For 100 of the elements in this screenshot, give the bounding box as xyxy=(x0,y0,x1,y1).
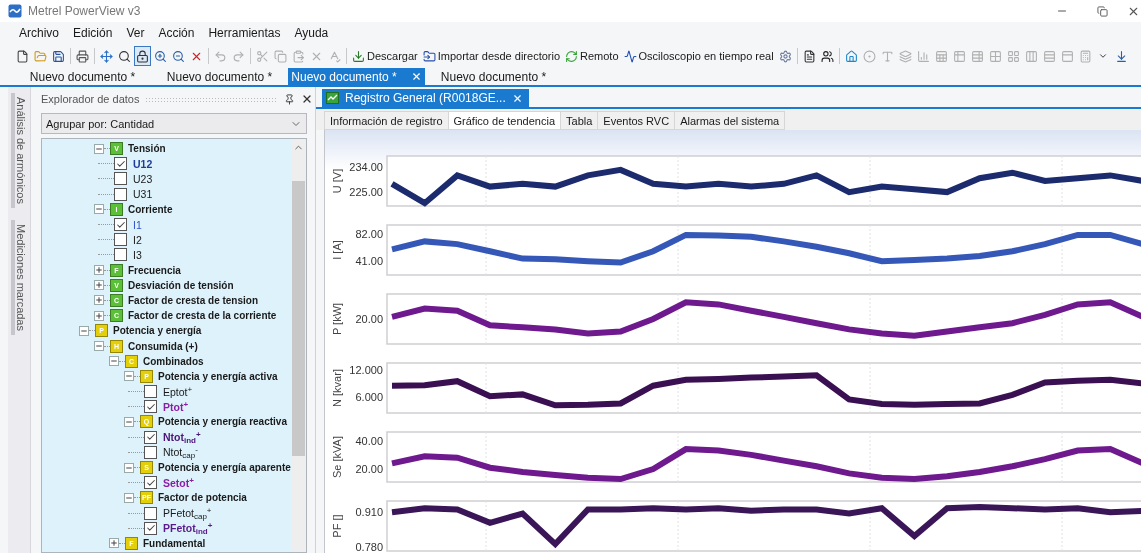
tree-group-label[interactable]: Consumida (+) xyxy=(128,340,198,352)
tree-group-label[interactable]: Tensión xyxy=(128,143,166,155)
document-tab[interactable]: Nuevo documento * xyxy=(151,68,288,85)
side-tab[interactable]: Mediciones marcadas xyxy=(11,220,27,335)
document-tab[interactable]: Nuevo documento * xyxy=(425,68,562,85)
toolbar-button[interactable]: Importar desde directorio xyxy=(420,46,563,66)
expand-toggle[interactable] xyxy=(124,492,134,503)
checkbox[interactable] xyxy=(114,172,127,186)
tree-group-label[interactable]: Corriente xyxy=(128,203,173,215)
group-by-dropdown[interactable]: Agrupar por: Cantidad xyxy=(41,113,307,134)
tree-group-label[interactable]: Desviación de tensión xyxy=(128,279,234,291)
expand-toggle[interactable] xyxy=(94,280,104,291)
toolbar-button[interactable]: Remoto xyxy=(563,46,621,66)
checkbox[interactable] xyxy=(144,476,157,490)
refresh-icon xyxy=(565,49,579,63)
tree-group-label[interactable]: Factor de cresta de la corriente xyxy=(128,310,277,322)
side-tab[interactable]: Análisis de armónicos xyxy=(11,93,27,208)
menu-item[interactable]: Edición xyxy=(66,26,120,40)
checkbox[interactable] xyxy=(114,157,127,171)
menu-item[interactable]: Ver xyxy=(119,26,152,40)
scrollbar-thumb[interactable] xyxy=(292,181,305,456)
people-icon xyxy=(820,49,834,63)
tick-label: 20.00 xyxy=(355,313,383,325)
plus-icon xyxy=(95,296,103,305)
toolbar-button[interactable]: Descargar xyxy=(350,46,420,66)
tick-label: 41.00 xyxy=(355,254,383,267)
zoom-out-icon xyxy=(172,49,185,63)
expand-toggle[interactable] xyxy=(94,295,104,306)
tree-item-label[interactable]: Setot$^{+}$ xyxy=(163,476,194,489)
checkbox[interactable] xyxy=(144,430,157,444)
download-line-icon xyxy=(1114,49,1128,63)
columns-icon xyxy=(1024,49,1038,63)
tree-item-label[interactable]: U12 xyxy=(133,157,153,170)
sheet-icon xyxy=(934,49,948,63)
tree-item-label[interactable]: U23 xyxy=(133,172,153,185)
expand-toggle[interactable] xyxy=(124,416,134,427)
checkbox[interactable] xyxy=(144,400,157,414)
checkbox[interactable] xyxy=(114,248,127,262)
text-icon xyxy=(880,49,894,63)
tree-item-label[interactable]: U31 xyxy=(133,188,153,201)
tick-label: 12.000 xyxy=(349,363,383,376)
view-tab[interactable]: Eventos RVC xyxy=(597,111,676,130)
close-icon[interactable] xyxy=(301,93,313,105)
expand-toggle[interactable] xyxy=(94,143,104,154)
settings-icon xyxy=(778,49,792,63)
document-tab[interactable]: Nuevo documento * xyxy=(14,68,151,85)
menu-item[interactable]: Acción xyxy=(151,26,202,40)
expand-toggle[interactable] xyxy=(94,265,104,276)
plus-icon xyxy=(95,266,103,275)
expand-toggle[interactable] xyxy=(124,371,134,382)
axis-title: N [kvar] xyxy=(331,369,343,407)
checkbox[interactable] xyxy=(144,506,157,520)
tree-group-label[interactable]: Potencia y energía aparente xyxy=(158,462,291,474)
lock-button[interactable] xyxy=(134,46,151,66)
wave-icon xyxy=(623,49,637,63)
tree-item-label[interactable]: I2 xyxy=(133,233,142,246)
expand-toggle[interactable] xyxy=(79,325,89,336)
checkbox[interactable] xyxy=(114,233,127,247)
tree-group-label[interactable]: Potencia y energía activa xyxy=(158,370,278,382)
tree-group-label[interactable]: Potencia y energía reactiva xyxy=(158,416,287,428)
tree-group-label[interactable]: Fundamental xyxy=(143,537,206,549)
checkbox[interactable] xyxy=(144,385,157,399)
tree-group-label[interactable]: Frecuencia xyxy=(128,264,181,276)
download-icon xyxy=(352,49,365,63)
checkbox[interactable] xyxy=(144,521,157,535)
checkbox[interactable] xyxy=(144,445,157,459)
expand-toggle[interactable] xyxy=(124,462,134,473)
expand-toggle[interactable] xyxy=(109,356,119,367)
view-tab[interactable]: Tabla xyxy=(560,111,599,130)
tree-group-label[interactable]: Factor de potencia xyxy=(158,492,247,504)
tree-item-label[interactable]: Ptot$^{+}$ xyxy=(163,400,189,413)
scissors-icon xyxy=(256,49,269,63)
tree-group-label[interactable]: Factor de cresta de tension xyxy=(128,294,259,306)
tree-item-label[interactable]: I3 xyxy=(133,248,142,261)
view-tab[interactable]: Información de registro xyxy=(324,111,449,130)
record-tab[interactable]: Registro General (R0018GE... xyxy=(322,89,529,107)
expand-toggle[interactable] xyxy=(94,310,104,321)
view-tab[interactable]: Gráfico de tendencia xyxy=(447,111,561,130)
toolbar-button[interactable]: Osciloscopio en tiempo real xyxy=(621,46,776,66)
document-tab[interactable]: Nuevo documento * xyxy=(288,68,425,85)
pin-icon[interactable] xyxy=(284,93,295,105)
tick-label: 40.00 xyxy=(355,434,383,447)
expand-toggle[interactable] xyxy=(109,538,119,549)
axis-title: U [V] xyxy=(331,168,343,194)
expand-toggle[interactable] xyxy=(94,204,104,215)
view-tab[interactable]: Alarmas del sistema xyxy=(674,111,786,130)
menu-item[interactable]: Ayuda xyxy=(287,26,336,40)
tree-item-label[interactable]: Eptot$^{+}$ xyxy=(163,385,193,398)
menu-item[interactable]: Herramientas xyxy=(201,26,288,40)
checkbox[interactable] xyxy=(114,187,127,201)
tree-item-label[interactable]: I1 xyxy=(133,218,142,231)
checkbox[interactable] xyxy=(114,218,127,232)
tree-group-label[interactable]: Potencia y energía xyxy=(113,325,202,337)
new-file-icon xyxy=(16,49,29,63)
expand-toggle[interactable] xyxy=(94,341,104,352)
tick-label: 6.000 xyxy=(355,391,383,404)
redo-icon xyxy=(232,49,245,63)
spell-icon xyxy=(328,49,341,63)
menu-item[interactable]: Archivo xyxy=(12,26,66,40)
tree-group-label[interactable]: Combinados xyxy=(143,355,204,367)
